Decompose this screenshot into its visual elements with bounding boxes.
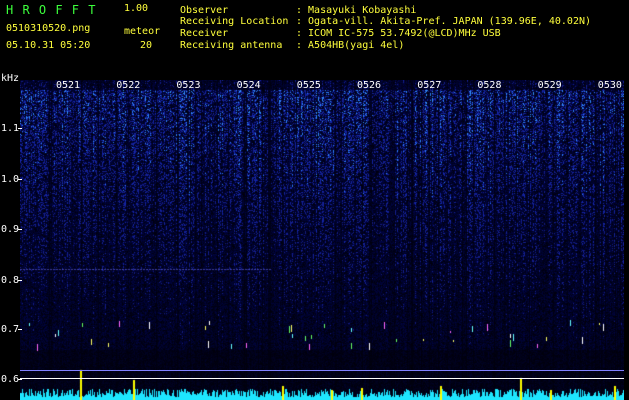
x-tick-label: 0525 [296,80,321,91]
y-tick-label: 1.1 [1,123,20,134]
x-tick-label: 0521 [56,80,81,91]
y-tick [18,379,22,380]
receiver-value: : ICOM IC-575 53.7492(@LCD)MHz USB [296,28,501,39]
y-tick-label: 1.0 [1,174,20,185]
reference-line-lower [20,378,624,379]
meteor-count: 20 [140,40,153,51]
x-tick-label: 0523 [176,80,201,91]
x-tick-label: 0526 [357,80,382,91]
y-tick [18,179,22,180]
app-title: H R O F F T [6,3,97,17]
meteor-label: meteor [124,26,161,37]
observer-label: Observer [180,5,229,16]
x-tick-label: 0527 [417,80,442,91]
y-tick-label: 0.7 [1,324,20,335]
spectrogram-heatmap [20,80,624,400]
hrofft-window: H R O F F T 1.00 0510310520.png meteor 0… [0,0,629,400]
x-tick-label: 0524 [236,80,261,91]
x-tick-label: 0528 [477,80,502,91]
x-tick-label: 0530 [597,80,622,91]
receiver-label: Receiver [180,28,229,39]
file-name: 0510310520.png [6,23,91,34]
location-label: Receiving Location [180,16,289,27]
y-axis-unit: kHz [1,73,20,84]
app-version: 1.00 [124,3,149,14]
y-tick [18,128,22,129]
y-tick-label: 0.9 [1,224,20,235]
y-tick [18,229,22,230]
x-tick-label: 0529 [537,80,562,91]
y-tick-label: 0.6 [1,374,20,385]
location-value: : Ogata-vill. Akita-Pref. JAPAN (139.96E… [296,16,592,27]
antenna-label: Receiving antenna [180,40,283,51]
antenna-value: : A504HB(yagi 4el) [296,40,405,51]
y-tick-label: 0.8 [1,275,20,286]
y-tick [18,280,22,281]
reference-line-upper [20,370,624,371]
y-tick [18,329,22,330]
x-tick-label: 0522 [116,80,141,91]
observer-value: : Masayuki Kobayashi [296,5,417,16]
datetime: 05.10.31 05:20 [6,40,91,51]
